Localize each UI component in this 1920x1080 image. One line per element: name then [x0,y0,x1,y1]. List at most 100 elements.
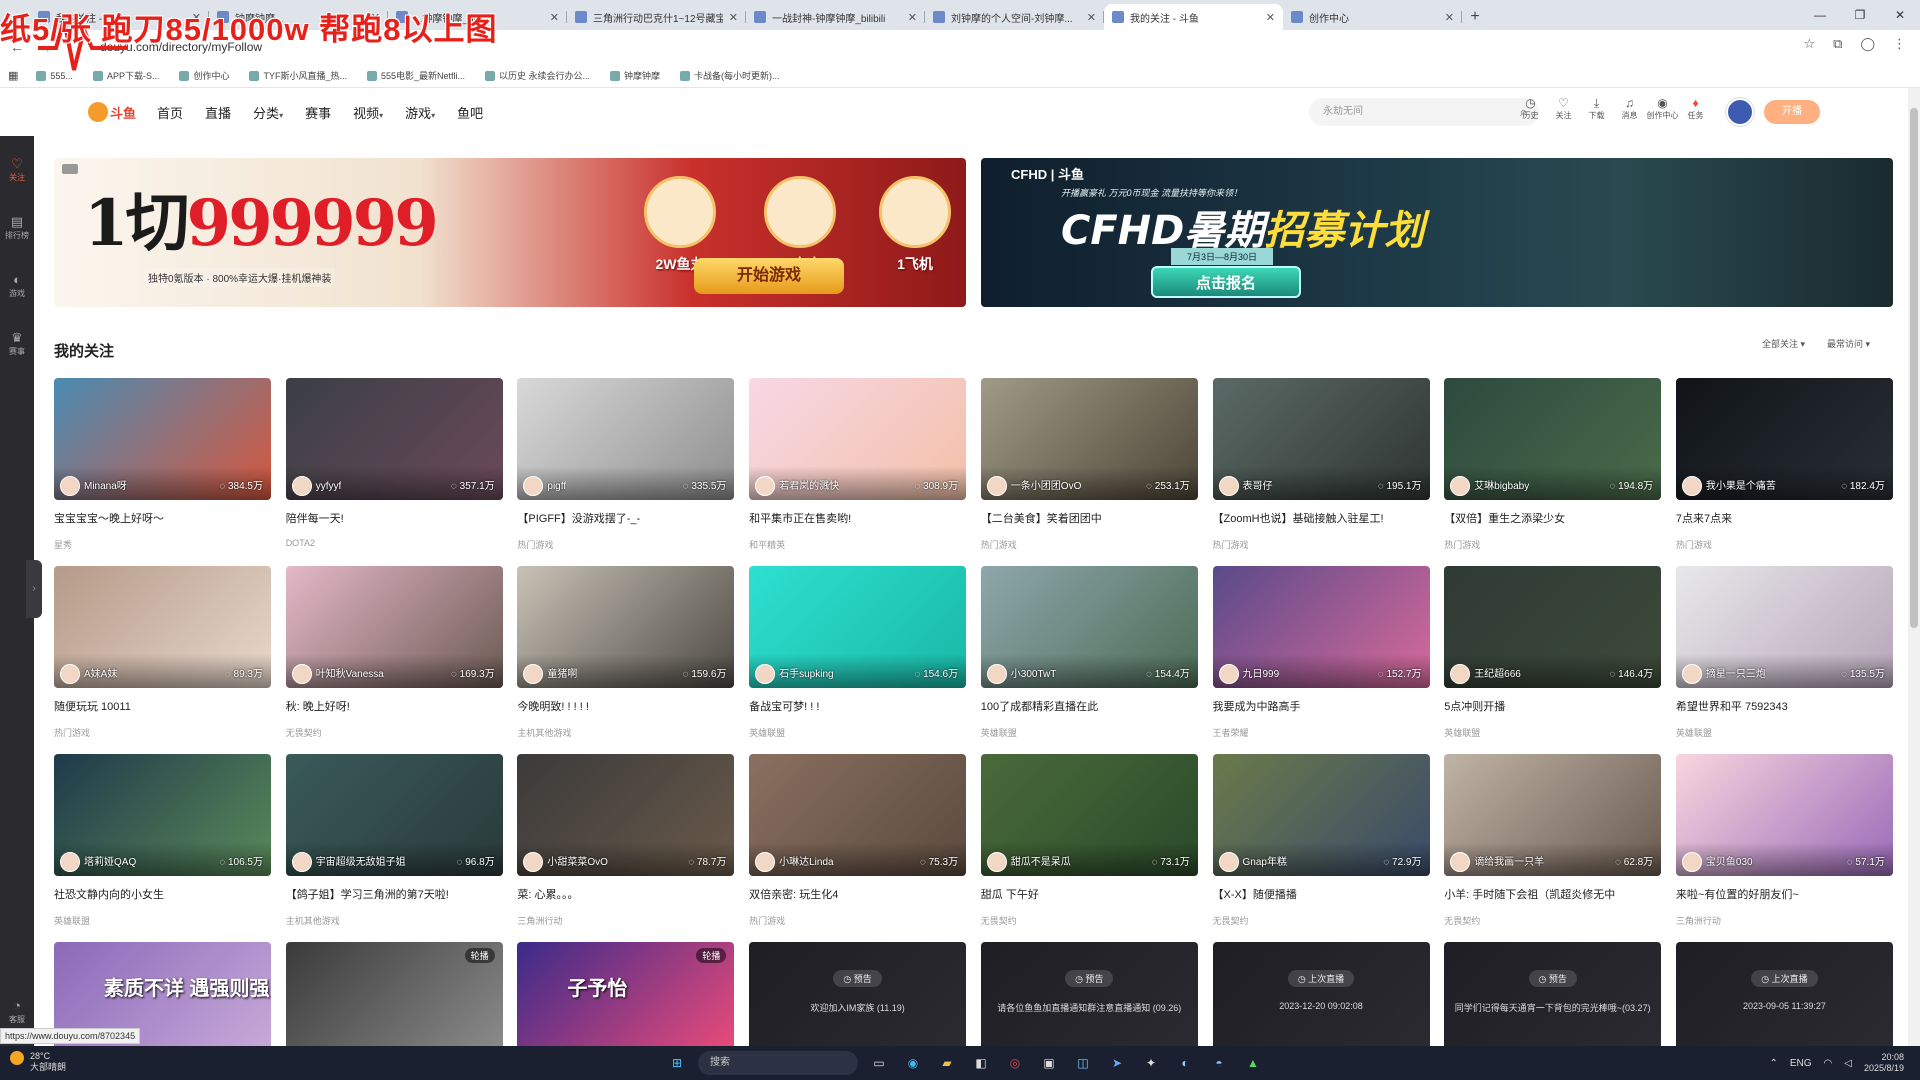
stream-title[interactable]: 100了成都精彩直播在此 [981,698,1198,714]
browser-tab[interactable]: 创作中心 ✕ [1283,4,1462,30]
stream-category[interactable]: 无畏契约 [981,914,1198,927]
stream-card[interactable]: A妹A妹 ◌ 89.3万 随便玩玩 10011 热门游戏 [54,566,271,739]
extensions-icon[interactable]: ⧉ [1833,36,1842,52]
stream-card[interactable]: 一条小团团OvO ◌ 253.1万 【二台美食】笑着团团中 热门游戏 [980,378,1198,551]
header-icon-button[interactable]: ♦ 任务 [1679,96,1712,121]
app-icon[interactable]: ◫ [1070,1050,1096,1076]
stream-card[interactable]: 摘星一只三炮 ◌ 135.5万 希望世界和平 7592343 英雄联盟 [1675,566,1893,739]
stream-card[interactable]: pigff ◌ 335.5万【PIGFF】没游戏摆了-_- 热门游戏 [517,378,735,551]
stream-category[interactable]: 王者荣耀 [1213,726,1430,739]
site-logo[interactable]: 斗鱼 [88,102,136,122]
stream-category[interactable]: 英雄联盟 [1676,726,1893,739]
stream-thumbnail[interactable]: 童猪啊 ◌ 159.6万 [517,566,735,688]
header-icon-button[interactable]: ♫ 消息 [1613,96,1646,121]
tray-chevron-icon[interactable]: ⌃ [1769,1058,1777,1069]
stream-card[interactable]: 若君岚的溅快 ◌ 308.9万和平集市正在售卖哟! 和平精英 [749,378,967,551]
stream-title[interactable]: 我要成为中路高手 [1213,698,1430,714]
stream-thumbnail[interactable]: 艾琳bigbaby ◌ 194.8万 [1444,378,1662,500]
stream-title[interactable]: 宝宝宝宝～晚上好呀～ [54,510,271,526]
stream-category[interactable]: 星秀 [54,538,271,551]
nav-item[interactable]: 赛事 [294,103,342,122]
browser-tab[interactable]: 一战封神-钟摩钟摩_bilibili ✕ [746,4,925,30]
stream-thumbnail[interactable]: 甜瓜不是呆瓜 ◌ 73.1万 [980,754,1198,876]
wifi-icon[interactable]: ◠ [1824,1058,1833,1069]
tab-close-icon[interactable]: ✕ [1266,11,1275,24]
stream-card[interactable]: 轮播 [285,942,503,1046]
scrollbar-thumb[interactable] [1910,108,1918,628]
stream-title[interactable]: 【PIGFF】没游戏摆了-_- [517,510,734,526]
stream-thumbnail[interactable]: 我小果是个痛苦 ◌ 182.4万 [1675,378,1893,500]
stream-category[interactable]: 和平精英 [749,538,966,551]
stream-card[interactable]: 甜瓜不是呆瓜 ◌ 73.1万甜瓜 下午好 无畏契约 [980,754,1198,927]
stream-card[interactable]: 小300TwT ◌ 154.4万 100了成都精彩直播在此 英雄联盟 [980,566,1198,739]
stream-thumbnail[interactable]: ◷ 上次直播 2023-09-05 11:39:27 [1675,942,1893,1046]
stream-card[interactable]: ◷ 预告 欢迎加入IM家族 (11.19) [749,942,967,1046]
header-icon-button[interactable]: ⤓ 下载 [1580,96,1613,121]
header-icon-button[interactable]: ♡ 关注 [1547,96,1580,121]
stream-thumbnail[interactable]: 九日999 ◌ 152.7万 [1212,566,1430,688]
stream-category[interactable]: 热门游戏 [54,726,271,739]
sort-dropdown[interactable]: 最常访问 ▾ [1827,337,1870,350]
promo-banner-game[interactable]: 1切999999 独特0氪版本 · 800%幸运大爆·挂机爆神装 2W鱼丸 30… [54,158,966,307]
header-icon-button[interactable]: ◉ 创作中心 [1646,96,1679,121]
nav-item[interactable]: 鱼吧 [446,103,494,122]
stream-title[interactable]: 【ZoomH也说】基础接触入驻星工! [1213,510,1430,526]
stream-thumbnail[interactable]: 小300TwT ◌ 154.4万 [980,566,1198,688]
stream-category[interactable]: 主机其他游戏 [517,726,734,739]
new-tab-icon[interactable]: + [1462,4,1488,30]
bookmark-item[interactable]: 卡战备(每小时更新)... [672,69,788,82]
sidebar-expand-handle[interactable]: › [26,560,42,618]
sidebar-item[interactable]: ◐ 游戏 [0,272,34,299]
sidebar-item[interactable]: ◔ 客服 [0,998,34,1025]
stream-title[interactable]: 和平集市正在售卖哟! [749,510,966,526]
nav-item[interactable]: 视频▾ [342,103,394,122]
sidebar-item[interactable]: ♡ 关注 [0,156,34,183]
stream-category[interactable]: 热门游戏 [1444,538,1661,551]
stream-title[interactable]: 甜瓜 下午好 [981,886,1198,902]
maximize-icon[interactable]: ❐ [1840,0,1880,30]
stream-category[interactable]: 英雄联盟 [981,726,1198,739]
tab-close-icon[interactable]: ✕ [1445,11,1454,24]
user-avatar[interactable] [1726,98,1754,126]
stream-category[interactable]: DOTA2 [286,538,503,548]
stream-thumbnail[interactable]: ◷ 预告 同学们记得每天通宵一下背包的完光棒哦~(03.27) [1444,942,1662,1046]
stream-title[interactable]: 5点冲则开播 [1444,698,1661,714]
stream-thumbnail[interactable]: ◷ 上次直播 2023-12-20 09:02:08 [1212,942,1430,1046]
stream-card[interactable]: 塔莉娅QAQ ◌ 106.5万 社恐文静内向的小女生 英雄联盟 [54,754,271,927]
stream-category[interactable]: 热门游戏 [517,538,734,551]
stream-card[interactable]: 小甜菜菜OvO ◌ 78.7万 菜: 心累。。。 三角洲行动 [517,754,735,927]
stream-thumbnail[interactable]: 王纪超666 ◌ 146.4万 [1444,566,1662,688]
stream-thumbnail[interactable]: pigff ◌ 335.5万 [517,378,735,500]
edge-icon[interactable]: ◉ [900,1050,926,1076]
tab-close-icon[interactable]: ✕ [908,11,917,24]
stream-thumbnail[interactable]: 若君岚的溅快 ◌ 308.9万 [749,378,967,500]
nav-item[interactable]: 首页 [146,103,194,122]
stream-category[interactable]: 热门游戏 [1213,538,1430,551]
stream-thumbnail[interactable]: yyfyyf ◌ 357.1万 [285,378,503,500]
browser-tab[interactable]: 三角洲行动巴克什1~12号藏宝... ✕ [567,4,746,30]
star-icon[interactable]: ☆ [1803,36,1815,52]
stream-category[interactable]: 三角洲行动 [517,914,734,927]
stream-thumbnail[interactable]: A妹A妹 ◌ 89.3万 [54,566,271,688]
stream-card[interactable]: Minana呀 ◌ 384.5万 宝宝宝宝～晚上好呀～ 星秀 [54,378,271,551]
app-icon[interactable]: ➤ [1104,1050,1130,1076]
app-icon[interactable]: ✦ [1138,1050,1164,1076]
menu-icon[interactable]: ⋮ [1893,36,1906,52]
stream-card[interactable]: 王纪超666 ◌ 146.4万 5点冲则开播 英雄联盟 [1444,566,1662,739]
stream-category[interactable]: 英雄联盟 [54,914,271,927]
apps-icon[interactable]: ▦ [8,69,24,82]
stream-category[interactable]: 主机其他游戏 [286,914,503,927]
stream-title[interactable]: 小羊: 手时随下会祖（凯超炎修无中 [1444,886,1661,902]
signup-button[interactable]: 点击报名 [1151,266,1301,298]
stream-card[interactable]: 宝贝鱼030 ◌ 57.1万 来啦~有位置的好朋友们~ 三角洲行动 [1675,754,1893,927]
stream-thumbnail[interactable]: 表哥仔 ◌ 195.1万 [1212,378,1430,500]
stream-title[interactable]: 【X-X】随便播播 [1213,886,1430,902]
stream-thumbnail[interactable]: 小甜菜菜OvO ◌ 78.7万 [517,754,735,876]
folder-icon[interactable]: ▰ [934,1050,960,1076]
stream-title[interactable]: 7点来7点来 [1676,510,1893,526]
stream-category[interactable]: 无畏契约 [1213,914,1430,927]
stream-card[interactable]: ◷ 预告 同学们记得每天通宵一下背包的完光棒哦~(03.27) [1444,942,1662,1046]
bookmark-item[interactable]: 创作中心 [171,69,237,82]
app-icon[interactable]: ▣ [1036,1050,1062,1076]
page-scrollbar[interactable] [1908,88,1920,1046]
